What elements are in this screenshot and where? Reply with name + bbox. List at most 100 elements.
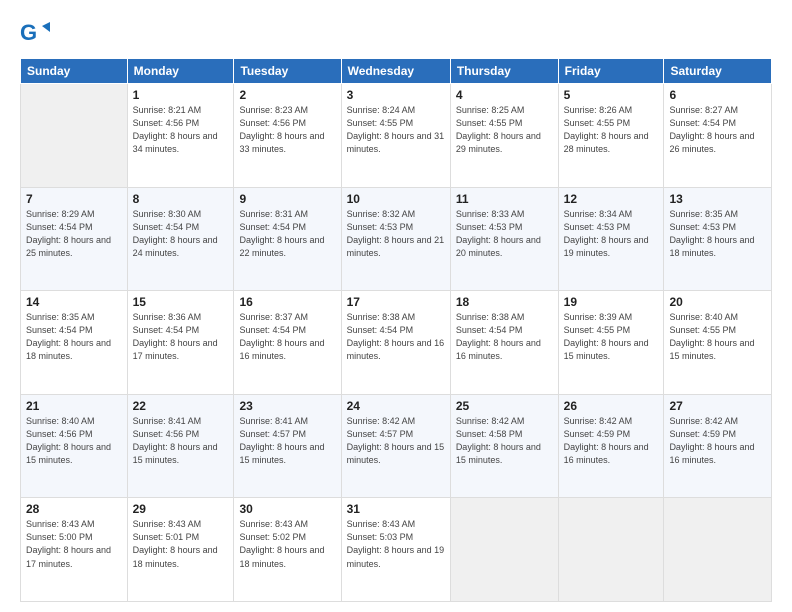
day-cell: 11 Sunrise: 8:33 AMSunset: 4:53 PMDayligh… (450, 187, 558, 291)
col-header-monday: Monday (127, 59, 234, 84)
day-number: 4 (456, 88, 553, 102)
day-number: 26 (564, 399, 659, 413)
day-cell: 13 Sunrise: 8:35 AMSunset: 4:53 PMDayligh… (664, 187, 772, 291)
day-info: Sunrise: 8:43 AMSunset: 5:03 PMDaylight:… (347, 518, 445, 570)
day-info: Sunrise: 8:26 AMSunset: 4:55 PMDaylight:… (564, 104, 659, 156)
day-info: Sunrise: 8:43 AMSunset: 5:02 PMDaylight:… (239, 518, 335, 570)
day-info: Sunrise: 8:33 AMSunset: 4:53 PMDaylight:… (456, 208, 553, 260)
day-info: Sunrise: 8:27 AMSunset: 4:54 PMDaylight:… (669, 104, 766, 156)
day-cell: 14 Sunrise: 8:35 AMSunset: 4:54 PMDayligh… (21, 291, 128, 395)
day-cell: 1Sunrise: 8:21 AMSunset: 4:56 PMDaylight… (127, 84, 234, 188)
day-number: 10 (347, 192, 445, 206)
calendar: SundayMondayTuesdayWednesdayThursdayFrid… (20, 58, 772, 602)
day-cell: 3 Sunrise: 8:24 AMSunset: 4:55 PMDaylight… (341, 84, 450, 188)
day-number: 6 (669, 88, 766, 102)
day-number: 18 (456, 295, 553, 309)
day-cell: 26Sunrise: 8:42 AMSunset: 4:59 PMDayligh… (558, 394, 664, 498)
day-number: 12 (564, 192, 659, 206)
day-number: 20 (669, 295, 766, 309)
day-number: 16 (239, 295, 335, 309)
day-cell: 22Sunrise: 8:41 AMSunset: 4:56 PMDayligh… (127, 394, 234, 498)
header: G (20, 18, 772, 48)
day-cell: 9 Sunrise: 8:31 AMSunset: 4:54 PMDaylight… (234, 187, 341, 291)
day-info: Sunrise: 8:29 AMSunset: 4:54 PMDaylight:… (26, 208, 122, 260)
col-header-friday: Friday (558, 59, 664, 84)
day-info: Sunrise: 8:31 AMSunset: 4:54 PMDaylight:… (239, 208, 335, 260)
col-header-sunday: Sunday (21, 59, 128, 84)
day-info: Sunrise: 8:43 AMSunset: 5:01 PMDaylight:… (133, 518, 229, 570)
day-number: 8 (133, 192, 229, 206)
day-cell: 31 Sunrise: 8:43 AMSunset: 5:03 PMDayligh… (341, 498, 450, 602)
day-number: 25 (456, 399, 553, 413)
logo: G (20, 18, 54, 48)
day-cell (450, 498, 558, 602)
day-info: Sunrise: 8:30 AMSunset: 4:54 PMDaylight:… (133, 208, 229, 260)
week-row-3: 14 Sunrise: 8:35 AMSunset: 4:54 PMDayligh… (21, 291, 772, 395)
day-number: 15 (133, 295, 229, 309)
day-number: 7 (26, 192, 122, 206)
day-info: Sunrise: 8:42 AMSunset: 4:58 PMDaylight:… (456, 415, 553, 467)
day-info: Sunrise: 8:35 AMSunset: 4:54 PMDaylight:… (26, 311, 122, 363)
day-cell: 19 Sunrise: 8:39 AMSunset: 4:55 PMDayligh… (558, 291, 664, 395)
day-cell (664, 498, 772, 602)
day-cell: 29 Sunrise: 8:43 AMSunset: 5:01 PMDayligh… (127, 498, 234, 602)
day-info: Sunrise: 8:41 AMSunset: 4:57 PMDaylight:… (239, 415, 335, 467)
day-number: 2 (239, 88, 335, 102)
day-info: Sunrise: 8:32 AMSunset: 4:53 PMDaylight:… (347, 208, 445, 260)
day-info: Sunrise: 8:40 AMSunset: 4:56 PMDaylight:… (26, 415, 122, 467)
col-header-tuesday: Tuesday (234, 59, 341, 84)
day-info: Sunrise: 8:23 AMSunset: 4:56 PMDaylight:… (239, 104, 335, 156)
day-number: 19 (564, 295, 659, 309)
day-number: 31 (347, 502, 445, 516)
day-info: Sunrise: 8:42 AMSunset: 4:59 PMDaylight:… (669, 415, 766, 467)
page: G SundayMondayTuesdayWednesdayThursdayFr… (0, 0, 792, 612)
day-number: 13 (669, 192, 766, 206)
day-cell: 30Sunrise: 8:43 AMSunset: 5:02 PMDayligh… (234, 498, 341, 602)
day-number: 29 (133, 502, 229, 516)
logo-icon: G (20, 18, 50, 48)
day-cell: 8 Sunrise: 8:30 AMSunset: 4:54 PMDaylight… (127, 187, 234, 291)
day-cell: 27 Sunrise: 8:42 AMSunset: 4:59 PMDayligh… (664, 394, 772, 498)
day-number: 21 (26, 399, 122, 413)
day-number: 27 (669, 399, 766, 413)
day-info: Sunrise: 8:38 AMSunset: 4:54 PMDaylight:… (456, 311, 553, 363)
day-cell: 6 Sunrise: 8:27 AMSunset: 4:54 PMDaylight… (664, 84, 772, 188)
day-number: 5 (564, 88, 659, 102)
day-number: 3 (347, 88, 445, 102)
day-number: 9 (239, 192, 335, 206)
day-cell: 7 Sunrise: 8:29 AMSunset: 4:54 PMDaylight… (21, 187, 128, 291)
day-info: Sunrise: 8:36 AMSunset: 4:54 PMDaylight:… (133, 311, 229, 363)
day-number: 28 (26, 502, 122, 516)
day-cell: 2 Sunrise: 8:23 AMSunset: 4:56 PMDaylight… (234, 84, 341, 188)
day-info: Sunrise: 8:24 AMSunset: 4:55 PMDaylight:… (347, 104, 445, 156)
day-number: 14 (26, 295, 122, 309)
day-info: Sunrise: 8:43 AMSunset: 5:00 PMDaylight:… (26, 518, 122, 570)
day-cell: 18 Sunrise: 8:38 AMSunset: 4:54 PMDayligh… (450, 291, 558, 395)
day-info: Sunrise: 8:38 AMSunset: 4:54 PMDaylight:… (347, 311, 445, 363)
col-header-wednesday: Wednesday (341, 59, 450, 84)
day-info: Sunrise: 8:25 AMSunset: 4:55 PMDaylight:… (456, 104, 553, 156)
day-info: Sunrise: 8:40 AMSunset: 4:55 PMDaylight:… (669, 311, 766, 363)
day-info: Sunrise: 8:41 AMSunset: 4:56 PMDaylight:… (133, 415, 229, 467)
day-cell (21, 84, 128, 188)
day-cell: 25 Sunrise: 8:42 AMSunset: 4:58 PMDayligh… (450, 394, 558, 498)
calendar-header: SundayMondayTuesdayWednesdayThursdayFrid… (21, 59, 772, 84)
day-info: Sunrise: 8:35 AMSunset: 4:53 PMDaylight:… (669, 208, 766, 260)
day-number: 11 (456, 192, 553, 206)
day-cell: 21 Sunrise: 8:40 AMSunset: 4:56 PMDayligh… (21, 394, 128, 498)
col-header-saturday: Saturday (664, 59, 772, 84)
week-row-5: 28 Sunrise: 8:43 AMSunset: 5:00 PMDayligh… (21, 498, 772, 602)
day-cell: 23 Sunrise: 8:41 AMSunset: 4:57 PMDayligh… (234, 394, 341, 498)
day-number: 23 (239, 399, 335, 413)
day-info: Sunrise: 8:42 AMSunset: 4:57 PMDaylight:… (347, 415, 445, 467)
day-cell: 4 Sunrise: 8:25 AMSunset: 4:55 PMDaylight… (450, 84, 558, 188)
day-cell: 24 Sunrise: 8:42 AMSunset: 4:57 PMDayligh… (341, 394, 450, 498)
header-row: SundayMondayTuesdayWednesdayThursdayFrid… (21, 59, 772, 84)
day-cell: 20 Sunrise: 8:40 AMSunset: 4:55 PMDayligh… (664, 291, 772, 395)
day-number: 17 (347, 295, 445, 309)
day-number: 24 (347, 399, 445, 413)
day-cell: 10 Sunrise: 8:32 AMSunset: 4:53 PMDayligh… (341, 187, 450, 291)
day-cell: 17 Sunrise: 8:38 AMSunset: 4:54 PMDayligh… (341, 291, 450, 395)
calendar-body: 1Sunrise: 8:21 AMSunset: 4:56 PMDaylight… (21, 84, 772, 602)
day-info: Sunrise: 8:39 AMSunset: 4:55 PMDaylight:… (564, 311, 659, 363)
